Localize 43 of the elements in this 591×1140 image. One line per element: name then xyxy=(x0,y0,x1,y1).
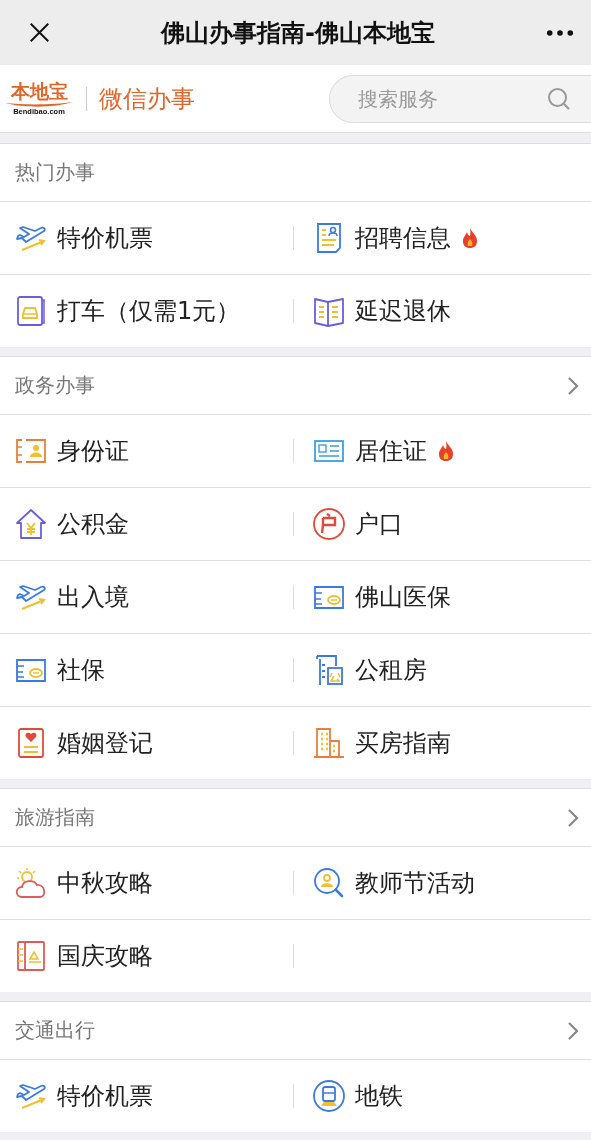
service-item[interactable]: 教师节活动 xyxy=(294,847,591,919)
service-item[interactable]: 居住证 xyxy=(294,415,591,487)
section-title: 交通出行 xyxy=(15,1017,95,1044)
service-item[interactable]: 买房指南 xyxy=(294,707,591,779)
service-item[interactable]: 特价机票 xyxy=(0,1060,293,1132)
chevron-right-icon[interactable] xyxy=(567,807,579,828)
section-header[interactable]: 旅游指南 xyxy=(0,789,591,847)
service-item[interactable]: 公积金 xyxy=(0,488,293,560)
search-icon[interactable] xyxy=(547,86,571,111)
service-item[interactable]: 国庆攻略 xyxy=(0,920,293,992)
service-item[interactable]: 地铁 xyxy=(294,1060,591,1132)
chevron-right-icon[interactable] xyxy=(567,1020,579,1041)
service-item[interactable]: 打车（仅需1元） xyxy=(0,275,293,347)
brand-name: 微信办事 xyxy=(86,86,195,111)
chevron-right-icon[interactable] xyxy=(567,375,579,396)
person-magnifier-icon xyxy=(312,866,346,900)
service-item[interactable]: 延迟退休 xyxy=(294,275,591,347)
service-item[interactable]: 招聘信息 xyxy=(294,202,591,274)
section-header[interactable]: 交通出行 xyxy=(0,1002,591,1060)
search-field[interactable]: 搜索服务 xyxy=(329,74,591,123)
service-item[interactable]: 佛山医保 xyxy=(294,561,591,633)
service-item[interactable]: 身份证 xyxy=(0,415,293,487)
close-icon[interactable] xyxy=(29,22,50,43)
book-picture-icon xyxy=(14,939,48,973)
section-header[interactable]: 政务办事 xyxy=(0,357,591,415)
service-item[interactable]: 出入境 xyxy=(0,561,293,633)
service-item[interactable]: 中秋攻略 xyxy=(0,847,293,919)
section-title: 热门办事 xyxy=(15,159,95,186)
service-item[interactable]: 户口 xyxy=(294,488,591,560)
section-title: 旅游指南 xyxy=(15,804,95,831)
section-title: 政务办事 xyxy=(15,372,95,399)
buildings-icon xyxy=(312,726,346,760)
service-item[interactable]: 社保 xyxy=(0,634,293,706)
service-item[interactable]: 婚姻登记 xyxy=(0,707,293,779)
service-item[interactable]: 公租房 xyxy=(294,634,591,706)
window-title: 佛山办事指南-佛山本地宝 xyxy=(161,17,435,49)
service-item[interactable]: 特价机票 xyxy=(0,202,293,274)
swoosh-icon xyxy=(4,101,74,107)
cloud-sun-icon xyxy=(14,866,48,900)
logo-text: 本地宝 xyxy=(10,81,68,101)
house-yen-icon xyxy=(14,507,48,541)
train-icon xyxy=(312,1079,346,1113)
more-icon[interactable] xyxy=(546,28,574,37)
